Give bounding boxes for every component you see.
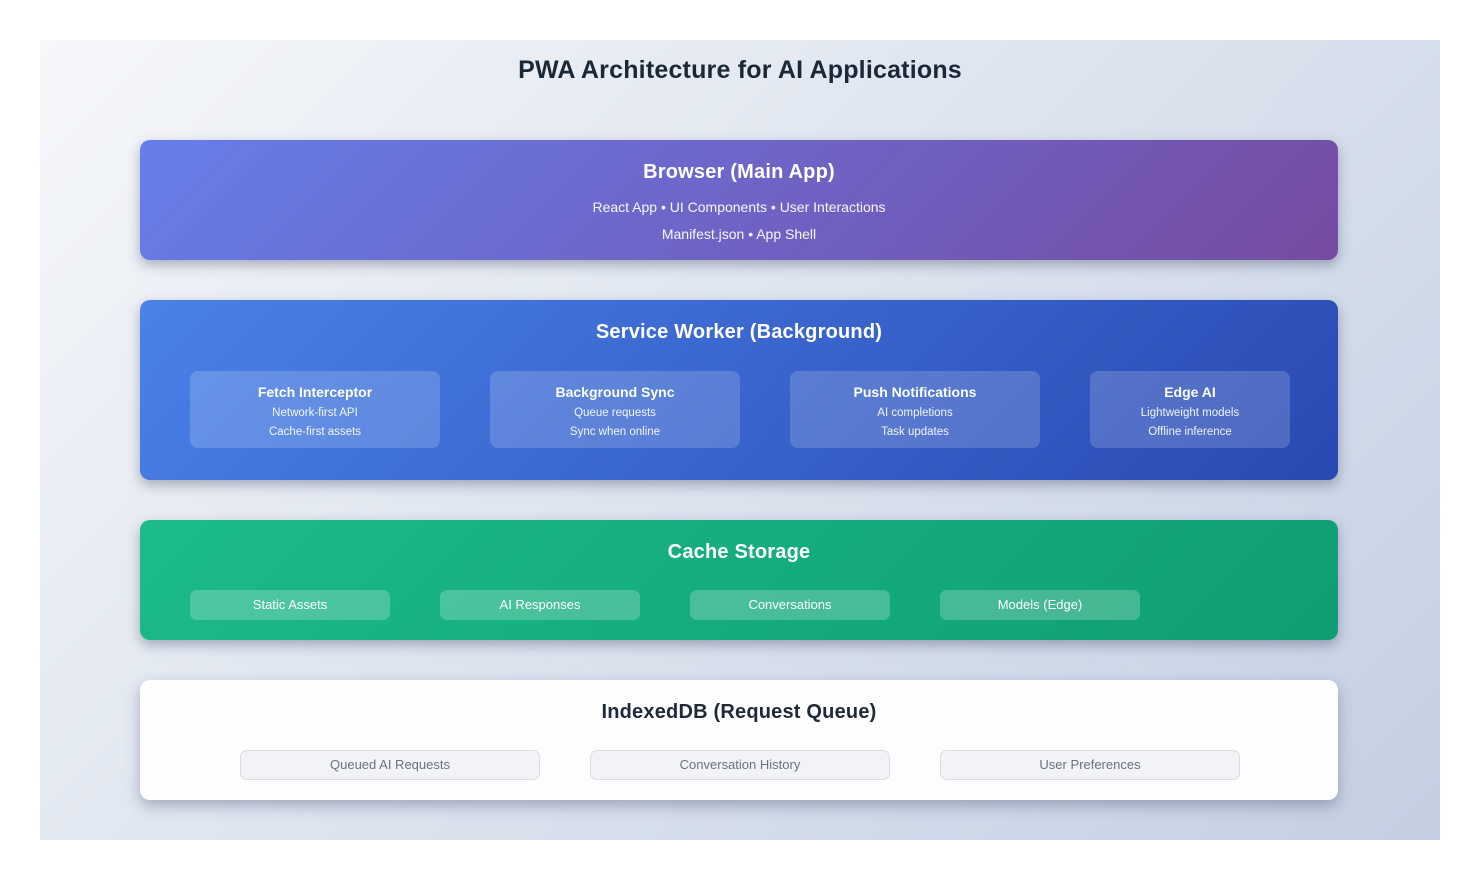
module-title: Edge AI <box>1090 371 1290 400</box>
pill-models-edge: Models (Edge) <box>940 590 1140 620</box>
browser-components-line: React App • UI Components • User Interac… <box>140 199 1338 215</box>
layer-service-worker: Service Worker (Background) Fetch Interc… <box>140 300 1338 480</box>
pill-conversation-history: Conversation History <box>590 750 890 780</box>
layer-browser-title: Browser (Main App) <box>140 140 1338 184</box>
module-fetch-interceptor: Fetch Interceptor Network-first API Cach… <box>190 371 440 448</box>
pill-queued-ai-requests: Queued AI Requests <box>240 750 540 780</box>
module-edge-ai: Edge AI Lightweight models Offline infer… <box>1090 371 1290 448</box>
pill-conversations: Conversations <box>690 590 890 620</box>
layer-browser: Browser (Main App) React App • UI Compon… <box>140 140 1338 260</box>
diagram-panel: PWA Architecture for AI Applications Bro… <box>40 40 1440 840</box>
pill-ai-responses: AI Responses <box>440 590 640 620</box>
module-title: Push Notifications <box>790 371 1040 400</box>
module-line: Network-first API <box>190 407 440 419</box>
layer-indexeddb: IndexedDB (Request Queue) Queued AI Requ… <box>140 680 1338 800</box>
module-background-sync: Background Sync Queue requests Sync when… <box>490 371 740 448</box>
pill-static-assets: Static Assets <box>190 590 390 620</box>
module-line: Lightweight models <box>1090 407 1290 419</box>
module-line: Offline inference <box>1090 426 1290 438</box>
indexeddb-pills: Queued AI Requests Conversation History … <box>240 750 1240 780</box>
service-worker-modules: Fetch Interceptor Network-first API Cach… <box>190 371 1290 448</box>
pill-user-preferences: User Preferences <box>940 750 1240 780</box>
browser-shell-line: Manifest.json • App Shell <box>140 226 1338 242</box>
module-line: Sync when online <box>490 426 740 438</box>
layer-service-worker-title: Service Worker (Background) <box>140 300 1338 344</box>
layer-cache-storage-title: Cache Storage <box>140 520 1338 564</box>
cache-storage-pills: Static Assets AI Responses Conversations… <box>190 590 1140 620</box>
layer-indexeddb-title: IndexedDB (Request Queue) <box>140 680 1338 724</box>
module-title: Fetch Interceptor <box>190 371 440 400</box>
page-title: PWA Architecture for AI Applications <box>40 40 1440 85</box>
module-line: Cache-first assets <box>190 426 440 438</box>
module-line: Queue requests <box>490 407 740 419</box>
module-line: AI completions <box>790 407 1040 419</box>
layer-cache-storage: Cache Storage Static Assets AI Responses… <box>140 520 1338 640</box>
module-push-notifications: Push Notifications AI completions Task u… <box>790 371 1040 448</box>
module-title: Background Sync <box>490 371 740 400</box>
module-line: Task updates <box>790 426 1040 438</box>
